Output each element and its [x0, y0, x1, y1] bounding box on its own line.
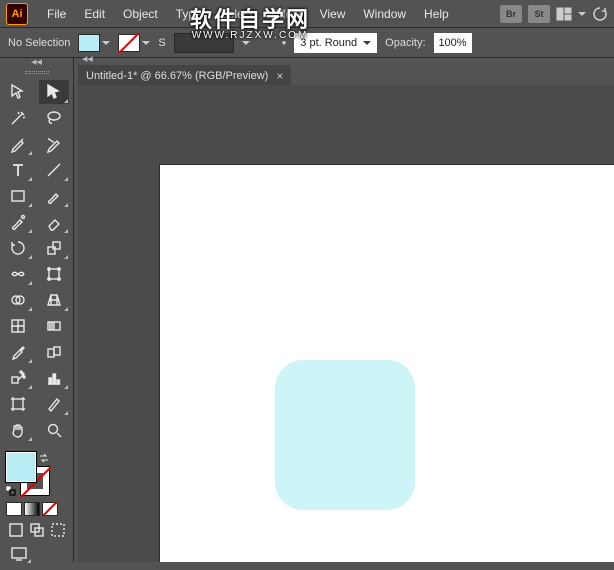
stock-badge[interactable]: St — [528, 5, 550, 23]
mesh-tool[interactable] — [3, 314, 33, 338]
zoom-tool[interactable] — [39, 418, 69, 442]
menu-file[interactable]: File — [38, 3, 75, 25]
stroke-label: S — [158, 37, 165, 49]
stroke-profile-dropdown[interactable]: 3 pt. Round — [294, 33, 377, 53]
fill-stroke-selector[interactable] — [0, 446, 73, 500]
fill-caret-icon[interactable] — [102, 39, 110, 47]
tools-collapse-handle[interactable]: ◀◀ — [0, 58, 73, 68]
app-logo: Ai — [6, 3, 28, 25]
menu-type[interactable]: Type — [167, 3, 211, 25]
menu-help[interactable]: Help — [415, 3, 458, 25]
document-tab-title: Untitled-1* @ 66.67% (RGB/Preview) — [86, 70, 268, 82]
eyedropper-tool[interactable] — [3, 340, 33, 364]
swap-fill-stroke-icon[interactable] — [38, 452, 50, 464]
sync-icon[interactable] — [592, 6, 608, 22]
rounded-rectangle-shape[interactable] — [275, 360, 415, 510]
rotate-tool[interactable] — [3, 236, 33, 260]
screen-mode-switch[interactable] — [0, 542, 73, 570]
selection-status-label: No Selection — [8, 37, 70, 49]
solid-color-mode[interactable] — [6, 502, 22, 516]
hand-tool[interactable] — [3, 418, 33, 442]
menu-edit[interactable]: Edit — [75, 3, 114, 25]
free-transform-tool[interactable] — [39, 262, 69, 286]
selection-tool[interactable] — [3, 80, 33, 104]
fill-color-box[interactable] — [6, 452, 36, 482]
shaper-tool[interactable] — [3, 210, 33, 234]
panel-grip[interactable] — [0, 68, 73, 76]
opacity-value[interactable]: 100% — [434, 33, 472, 53]
column-graph-tool[interactable] — [39, 366, 69, 390]
scale-tool[interactable] — [39, 236, 69, 260]
document-tab[interactable]: Untitled-1* @ 66.67% (RGB/Preview) × — [78, 65, 291, 87]
draw-mode-inside[interactable] — [48, 520, 67, 540]
stroke-weight-caret-icon[interactable] — [242, 39, 250, 47]
draw-mode-normal[interactable] — [6, 520, 25, 540]
draw-mode-behind[interactable] — [27, 520, 46, 540]
perspective-grid-tool[interactable] — [39, 288, 69, 312]
screen-mode-row — [0, 518, 73, 542]
menu-object[interactable]: Object — [114, 3, 167, 25]
artboard-tool[interactable] — [3, 392, 33, 416]
gradient-color-mode[interactable] — [24, 502, 40, 516]
symbol-sprayer-tool[interactable] — [3, 366, 33, 390]
blend-tool[interactable] — [39, 340, 69, 364]
bridge-badge[interactable]: Br — [500, 5, 522, 23]
screen-mode-icon[interactable] — [6, 544, 32, 564]
gradient-tool[interactable] — [39, 314, 69, 338]
menu-window[interactable]: Window — [354, 3, 415, 25]
magic-wand-tool[interactable] — [3, 106, 33, 130]
artboard[interactable] — [160, 165, 614, 562]
menu-select[interactable]: Select — [211, 3, 262, 25]
stroke-weight-input[interactable] — [174, 33, 234, 53]
stroke-control[interactable] — [118, 34, 150, 52]
type-tool[interactable] — [3, 158, 33, 182]
lasso-tool[interactable] — [39, 106, 69, 130]
default-fill-stroke-icon[interactable] — [6, 486, 16, 496]
none-color-mode[interactable] — [42, 502, 58, 516]
menu-view[interactable]: View — [311, 3, 355, 25]
arrange-caret-icon[interactable] — [578, 10, 586, 18]
rectangle-tool[interactable] — [3, 184, 33, 208]
pen-tool[interactable] — [3, 132, 33, 156]
fill-swatch[interactable] — [78, 34, 100, 52]
close-icon[interactable]: × — [276, 69, 283, 83]
fill-control[interactable] — [78, 34, 110, 52]
shape-builder-tool[interactable] — [3, 288, 33, 312]
control-bar: No Selection S • 3 pt. Round Opacity: 10… — [0, 28, 614, 58]
canvas-area[interactable] — [78, 85, 614, 562]
opacity-label: Opacity: — [385, 37, 425, 49]
menubar-right: Br St — [500, 5, 608, 23]
paintbrush-tool[interactable] — [39, 184, 69, 208]
chevron-left-double-icon: ◀◀ — [31, 61, 42, 65]
bullet-icon: • — [282, 35, 287, 50]
curvature-tool[interactable] — [39, 132, 69, 156]
eraser-tool[interactable] — [39, 210, 69, 234]
line-segment-tool[interactable] — [39, 158, 69, 182]
stroke-caret-icon[interactable] — [142, 39, 150, 47]
arrange-icon[interactable] — [556, 6, 572, 22]
stroke-profile-caret-icon — [363, 39, 371, 47]
stroke-swatch[interactable] — [118, 34, 140, 52]
slice-tool[interactable] — [39, 392, 69, 416]
width-tool[interactable] — [3, 262, 33, 286]
stroke-profile-value: 3 pt. Round — [300, 37, 357, 49]
document-tab-strip: Untitled-1* @ 66.67% (RGB/Preview) × — [78, 61, 291, 85]
color-mode-row — [0, 500, 73, 518]
direct-selection-tool[interactable] — [39, 80, 69, 104]
tools-panel: ◀◀ — [0, 58, 74, 562]
menu-effect[interactable]: Effect — [262, 3, 310, 25]
menu-bar: Ai File Edit Object Type Select Effect V… — [0, 0, 614, 28]
